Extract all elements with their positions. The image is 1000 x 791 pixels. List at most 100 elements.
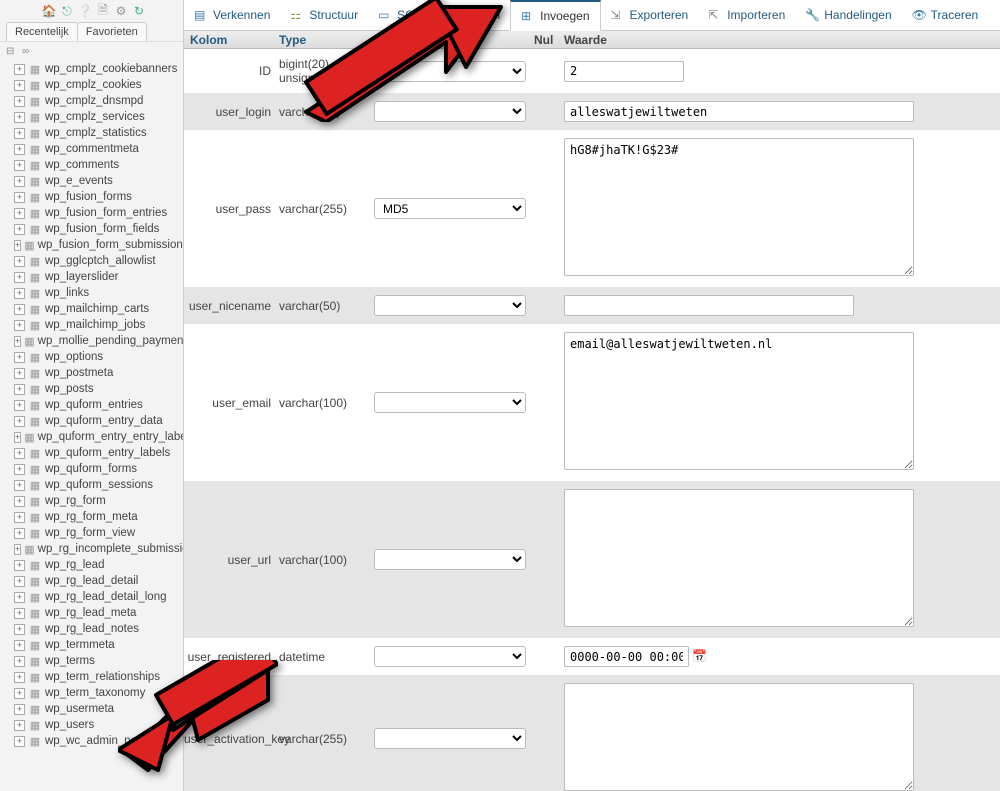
tree-item-wp_term_taxonomy[interactable]: +▦wp_term_taxonomy [0, 685, 183, 701]
input-user_login[interactable] [564, 101, 914, 122]
tree-item-wp_mailchimp_carts[interactable]: +▦wp_mailchimp_carts [0, 301, 183, 317]
tree-item-wp_terms[interactable]: +▦wp_terms [0, 653, 183, 669]
expand-icon[interactable]: + [14, 224, 25, 235]
tree-item-wp_quform_entry_entry_labels[interactable]: +▦wp_quform_entry_entry_labels [0, 429, 183, 445]
tree-item-wp_quform_entries[interactable]: +▦wp_quform_entries [0, 397, 183, 413]
expand-icon[interactable]: + [14, 544, 21, 555]
tree-item-wp_e_events[interactable]: +▦wp_e_events [0, 173, 183, 189]
tree-item-wp_termmeta[interactable]: +▦wp_termmeta [0, 637, 183, 653]
header-functie[interactable]: Functie [374, 33, 534, 47]
expand-icon[interactable]: + [14, 560, 25, 571]
input-user_registered[interactable] [564, 646, 689, 667]
expand-icon[interactable]: + [14, 208, 25, 219]
expand-icon[interactable]: + [14, 432, 21, 443]
gear-icon[interactable]: ⚙ [114, 4, 128, 18]
tab-structuur[interactable]: ⚏Structuur [280, 0, 368, 30]
tree-item-wp_commentmeta[interactable]: +▦wp_commentmeta [0, 141, 183, 157]
expand-icon[interactable]: + [14, 176, 25, 187]
expand-icon[interactable]: + [14, 608, 25, 619]
tree-item-wp_links[interactable]: +▦wp_links [0, 285, 183, 301]
tree-item-wp_rg_lead_detail[interactable]: +▦wp_rg_lead_detail [0, 573, 183, 589]
expand-icon[interactable]: + [14, 80, 25, 91]
tab-traceren[interactable]: 👁Traceren [902, 0, 989, 30]
input-user_activation_key[interactable] [564, 683, 914, 791]
tab-verkennen[interactable]: ▤Verkennen [184, 0, 280, 30]
tree-item-wp_postmeta[interactable]: +▦wp_postmeta [0, 365, 183, 381]
tab-invoegen[interactable]: ⊞Invoegen [510, 0, 600, 31]
tree-item-wp_fusion_form_entries[interactable]: +▦wp_fusion_form_entries [0, 205, 183, 221]
tree-item-wp_rg_incomplete_submissions[interactable]: +▦wp_rg_incomplete_submissions [0, 541, 183, 557]
expand-icon[interactable]: + [14, 256, 25, 267]
expand-icon[interactable]: + [14, 640, 25, 651]
collapse-icon[interactable]: ⊟ [6, 46, 18, 57]
expand-icon[interactable]: + [14, 112, 25, 123]
tree-item-wp_cmplz_services[interactable]: +▦wp_cmplz_services [0, 109, 183, 125]
expand-icon[interactable]: + [14, 480, 25, 491]
tree-item-wp_usermeta[interactable]: +▦wp_usermeta [0, 701, 183, 717]
doc-icon[interactable]: 🗎 [96, 4, 110, 18]
expand-icon[interactable]: + [14, 320, 25, 331]
expand-icon[interactable]: + [14, 352, 25, 363]
tree-item-wp_quform_forms[interactable]: +▦wp_quform_forms [0, 461, 183, 477]
expand-icon[interactable]: + [14, 272, 25, 283]
expand-icon[interactable]: + [14, 128, 25, 139]
tab-exporteren[interactable]: ⇲Exporteren [601, 0, 699, 30]
tree-item-wp_rg_form[interactable]: +▦wp_rg_form [0, 493, 183, 509]
tree-item-wp_rg_lead[interactable]: +▦wp_rg_lead [0, 557, 183, 573]
tree-item-wp_rg_form_meta[interactable]: +▦wp_rg_form_meta [0, 509, 183, 525]
expand-icon[interactable]: + [14, 736, 25, 747]
tree-item-wp_quform_entry_data[interactable]: +▦wp_quform_entry_data [0, 413, 183, 429]
expand-icon[interactable]: + [14, 160, 25, 171]
expand-icon[interactable]: + [14, 592, 25, 603]
tree-item-wp_rg_lead_meta[interactable]: +▦wp_rg_lead_meta [0, 605, 183, 621]
tree-item-wp_mailchimp_jobs[interactable]: +▦wp_mailchimp_jobs [0, 317, 183, 333]
func-select-user_email[interactable] [374, 392, 526, 413]
tab-favorieten[interactable]: Favorieten [77, 22, 147, 41]
expand-icon[interactable]: + [14, 336, 21, 347]
expand-icon[interactable]: + [14, 64, 25, 75]
expand-icon[interactable]: + [14, 96, 25, 107]
func-select-user_pass[interactable]: MD5 [374, 198, 526, 219]
expand-icon[interactable]: + [14, 624, 25, 635]
func-select-user_nicename[interactable] [374, 295, 526, 316]
input-user_url[interactable] [564, 489, 914, 627]
tree-item-wp_term_relationships[interactable]: +▦wp_term_relationships [0, 669, 183, 685]
tree-item-wp_fusion_forms[interactable]: +▦wp_fusion_forms [0, 189, 183, 205]
help-icon[interactable]: ❔ [78, 4, 92, 18]
expand-icon[interactable]: + [14, 576, 25, 587]
tree-item-wp_cmplz_statistics[interactable]: +▦wp_cmplz_statistics [0, 125, 183, 141]
tab-recentelijk[interactable]: Recentelijk [6, 22, 78, 41]
expand-icon[interactable]: + [14, 464, 25, 475]
tree-item-wp_fusion_form_submissions[interactable]: +▦wp_fusion_form_submissions [0, 237, 183, 253]
tree-item-wp_layerslider[interactable]: +▦wp_layerslider [0, 269, 183, 285]
expand-icon[interactable]: + [14, 704, 25, 715]
expand-icon[interactable]: + [14, 288, 25, 299]
tab-sql[interactable]: ▭SQL [368, 0, 431, 30]
func-select-user_login[interactable] [374, 101, 526, 122]
header-kolom[interactable]: Kolom [184, 33, 279, 47]
tree-item-wp_comments[interactable]: +▦wp_comments [0, 157, 183, 173]
calendar-icon[interactable]: 📅 [692, 649, 708, 665]
func-select-user_url[interactable] [374, 549, 526, 570]
tree-item-wp_wc_admin_notes[interactable]: +▦wp_wc_admin_notes [0, 733, 183, 749]
tab-zoeken[interactable]: 🔍Zoeken [431, 0, 510, 30]
input-ID[interactable] [564, 61, 684, 82]
expand-icon[interactable]: + [14, 416, 25, 427]
expand-icon[interactable]: + [14, 368, 25, 379]
tree-item-wp_options[interactable]: +▦wp_options [0, 349, 183, 365]
tree-item-wp_fusion_form_fields[interactable]: +▦wp_fusion_form_fields [0, 221, 183, 237]
expand-icon[interactable]: + [14, 688, 25, 699]
expand-icon[interactable]: + [14, 672, 25, 683]
tab-triggers[interactable]: ⚡Triggers [988, 0, 1000, 30]
func-select-user_activation_key[interactable] [374, 728, 526, 749]
tree-item-wp_cmplz_cookiebanners[interactable]: +▦wp_cmplz_cookiebanners [0, 61, 183, 77]
expand-icon[interactable]: + [14, 192, 25, 203]
expand-icon[interactable]: + [14, 720, 25, 731]
input-user_pass[interactable]: hG8#jhaTK!G$23# [564, 138, 914, 276]
expand-icon[interactable]: + [14, 512, 25, 523]
expand-icon[interactable]: + [14, 400, 25, 411]
header-type[interactable]: Type [279, 33, 374, 47]
tree-item-wp_quform_entry_labels[interactable]: +▦wp_quform_entry_labels [0, 445, 183, 461]
tree-item-wp_rg_lead_detail_long[interactable]: +▦wp_rg_lead_detail_long [0, 589, 183, 605]
refresh-icon[interactable]: ↻ [132, 4, 146, 18]
